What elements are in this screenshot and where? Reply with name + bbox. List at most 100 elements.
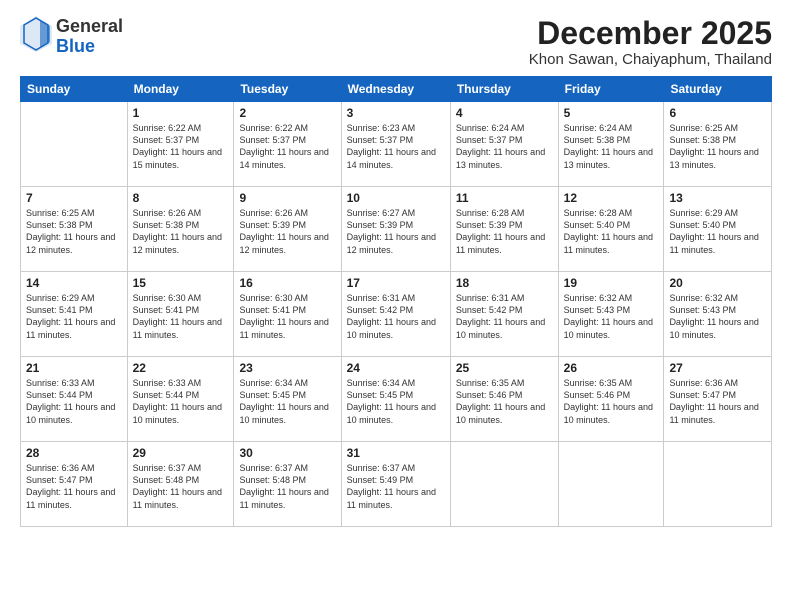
calendar-day-cell: 29 Sunrise: 6:37 AM Sunset: 5:48 PM Dayli…: [127, 442, 234, 527]
day-info: Sunrise: 6:34 AM Sunset: 5:45 PM Dayligh…: [347, 377, 445, 426]
day-info: Sunrise: 6:37 AM Sunset: 5:48 PM Dayligh…: [133, 462, 229, 511]
day-number: 22: [133, 361, 229, 375]
day-number: 28: [26, 446, 122, 460]
calendar-day-cell: 19 Sunrise: 6:32 AM Sunset: 5:43 PM Dayli…: [558, 272, 664, 357]
weekday-header: Sunday: [21, 77, 128, 102]
weekday-header: Thursday: [450, 77, 558, 102]
day-number: 11: [456, 191, 553, 205]
header-row: SundayMondayTuesdayWednesdayThursdayFrid…: [21, 77, 772, 102]
day-info: Sunrise: 6:28 AM Sunset: 5:40 PM Dayligh…: [564, 207, 659, 256]
location-title: Khon Sawan, Chaiyaphum, Thailand: [529, 51, 772, 68]
calendar-week-row: 7 Sunrise: 6:25 AM Sunset: 5:38 PM Daylig…: [21, 187, 772, 272]
calendar-day-cell: [450, 442, 558, 527]
day-info: Sunrise: 6:30 AM Sunset: 5:41 PM Dayligh…: [239, 292, 335, 341]
calendar-day-cell: 3Sunrise: 6:23 AM Sunset: 5:37 PM Daylig…: [341, 102, 450, 187]
day-number: 20: [669, 276, 766, 290]
day-info: Sunrise: 6:37 AM Sunset: 5:49 PM Dayligh…: [347, 462, 445, 511]
calendar-day-cell: 24Sunrise: 6:34 AM Sunset: 5:45 PM Dayli…: [341, 357, 450, 442]
calendar-day-cell: 15Sunrise: 6:30 AM Sunset: 5:41 PM Dayli…: [127, 272, 234, 357]
day-info: Sunrise: 6:35 AM Sunset: 5:46 PM Dayligh…: [456, 377, 553, 426]
day-number: 12: [564, 191, 659, 205]
day-number: 31: [347, 446, 445, 460]
day-info: Sunrise: 6:29 AM Sunset: 5:40 PM Dayligh…: [669, 207, 766, 256]
day-number: 17: [347, 276, 445, 290]
weekday-header: Wednesday: [341, 77, 450, 102]
calendar-day-cell: 17 Sunrise: 6:31 AM Sunset: 5:42 PM Dayli…: [341, 272, 450, 357]
calendar-day-cell: 18 Sunrise: 6:31 AM Sunset: 5:42 PM Dayli…: [450, 272, 558, 357]
day-number: 18: [456, 276, 553, 290]
day-number: 29: [133, 446, 229, 460]
calendar-day-cell: 7 Sunrise: 6:25 AM Sunset: 5:38 PM Daylig…: [21, 187, 128, 272]
month-title: December 2025: [529, 16, 772, 51]
calendar-day-cell: 20 Sunrise: 6:32 AM Sunset: 5:43 PM Dayli…: [664, 272, 772, 357]
day-info: Sunrise: 6:37 AM Sunset: 5:48 PM Dayligh…: [239, 462, 335, 511]
calendar-day-cell: 13 Sunrise: 6:29 AM Sunset: 5:40 PM Dayli…: [664, 187, 772, 272]
calendar-day-cell: [664, 442, 772, 527]
day-number: 10: [347, 191, 445, 205]
day-info: Sunrise: 6:25 AM Sunset: 5:38 PM Dayligh…: [26, 207, 122, 256]
calendar-header: SundayMondayTuesdayWednesdayThursdayFrid…: [21, 77, 772, 102]
day-number: 13: [669, 191, 766, 205]
day-number: 7: [26, 191, 122, 205]
calendar-day-cell: 11Sunrise: 6:28 AM Sunset: 5:39 PM Dayli…: [450, 187, 558, 272]
day-info: Sunrise: 6:34 AM Sunset: 5:45 PM Dayligh…: [239, 377, 335, 426]
day-info: Sunrise: 6:26 AM Sunset: 5:38 PM Dayligh…: [133, 207, 229, 256]
calendar-day-cell: 4Sunrise: 6:24 AM Sunset: 5:37 PM Daylig…: [450, 102, 558, 187]
calendar-day-cell: 21Sunrise: 6:33 AM Sunset: 5:44 PM Dayli…: [21, 357, 128, 442]
calendar-day-cell: 22 Sunrise: 6:33 AM Sunset: 5:44 PM Dayli…: [127, 357, 234, 442]
calendar-week-row: 14Sunrise: 6:29 AM Sunset: 5:41 PM Dayli…: [21, 272, 772, 357]
calendar-day-cell: 30 Sunrise: 6:37 AM Sunset: 5:48 PM Dayli…: [234, 442, 341, 527]
day-number: 5: [564, 106, 659, 120]
day-number: 21: [26, 361, 122, 375]
weekday-header: Friday: [558, 77, 664, 102]
day-info: Sunrise: 6:31 AM Sunset: 5:42 PM Dayligh…: [347, 292, 445, 341]
day-info: Sunrise: 6:36 AM Sunset: 5:47 PM Dayligh…: [26, 462, 122, 511]
calendar-day-cell: 26Sunrise: 6:35 AM Sunset: 5:46 PM Dayli…: [558, 357, 664, 442]
calendar-day-cell: 5 Sunrise: 6:24 AM Sunset: 5:38 PM Daylig…: [558, 102, 664, 187]
day-number: 26: [564, 361, 659, 375]
day-number: 9: [239, 191, 335, 205]
day-info: Sunrise: 6:24 AM Sunset: 5:38 PM Dayligh…: [564, 122, 659, 171]
day-number: 3: [347, 106, 445, 120]
weekday-header: Tuesday: [234, 77, 341, 102]
logo-text: General Blue: [56, 17, 123, 57]
day-info: Sunrise: 6:22 AM Sunset: 5:37 PM Dayligh…: [239, 122, 335, 171]
calendar-day-cell: 25Sunrise: 6:35 AM Sunset: 5:46 PM Dayli…: [450, 357, 558, 442]
day-number: 15: [133, 276, 229, 290]
calendar-day-cell: [21, 102, 128, 187]
day-info: Sunrise: 6:32 AM Sunset: 5:43 PM Dayligh…: [669, 292, 766, 341]
calendar-day-cell: 16 Sunrise: 6:30 AM Sunset: 5:41 PM Dayli…: [234, 272, 341, 357]
day-number: 6: [669, 106, 766, 120]
calendar-table: SundayMondayTuesdayWednesdayThursdayFrid…: [20, 76, 772, 527]
day-number: 4: [456, 106, 553, 120]
day-number: 27: [669, 361, 766, 375]
calendar-day-cell: 9Sunrise: 6:26 AM Sunset: 5:39 PM Daylig…: [234, 187, 341, 272]
logo-blue: Blue: [56, 36, 95, 56]
day-number: 8: [133, 191, 229, 205]
logo-general: General: [56, 16, 123, 36]
day-info: Sunrise: 6:33 AM Sunset: 5:44 PM Dayligh…: [133, 377, 229, 426]
day-number: 2: [239, 106, 335, 120]
day-number: 19: [564, 276, 659, 290]
logo-icon: [20, 16, 52, 57]
day-number: 16: [239, 276, 335, 290]
page: General Blue December 2025 Khon Sawan, C…: [0, 0, 792, 612]
calendar-day-cell: 14Sunrise: 6:29 AM Sunset: 5:41 PM Dayli…: [21, 272, 128, 357]
calendar-day-cell: 27 Sunrise: 6:36 AM Sunset: 5:47 PM Dayli…: [664, 357, 772, 442]
day-info: Sunrise: 6:22 AM Sunset: 5:37 PM Dayligh…: [133, 122, 229, 171]
calendar-week-row: 28 Sunrise: 6:36 AM Sunset: 5:47 PM Dayli…: [21, 442, 772, 527]
day-info: Sunrise: 6:25 AM Sunset: 5:38 PM Dayligh…: [669, 122, 766, 171]
day-info: Sunrise: 6:36 AM Sunset: 5:47 PM Dayligh…: [669, 377, 766, 426]
day-info: Sunrise: 6:27 AM Sunset: 5:39 PM Dayligh…: [347, 207, 445, 256]
calendar-day-cell: 8 Sunrise: 6:26 AM Sunset: 5:38 PM Daylig…: [127, 187, 234, 272]
calendar-day-cell: 10 Sunrise: 6:27 AM Sunset: 5:39 PM Dayli…: [341, 187, 450, 272]
day-number: 30: [239, 446, 335, 460]
day-info: Sunrise: 6:31 AM Sunset: 5:42 PM Dayligh…: [456, 292, 553, 341]
day-info: Sunrise: 6:29 AM Sunset: 5:41 PM Dayligh…: [26, 292, 122, 341]
calendar-week-row: 1Sunrise: 6:22 AM Sunset: 5:37 PM Daylig…: [21, 102, 772, 187]
calendar-day-cell: 12 Sunrise: 6:28 AM Sunset: 5:40 PM Dayli…: [558, 187, 664, 272]
calendar-day-cell: 1Sunrise: 6:22 AM Sunset: 5:37 PM Daylig…: [127, 102, 234, 187]
calendar-day-cell: 28 Sunrise: 6:36 AM Sunset: 5:47 PM Dayli…: [21, 442, 128, 527]
day-info: Sunrise: 6:32 AM Sunset: 5:43 PM Dayligh…: [564, 292, 659, 341]
header: General Blue December 2025 Khon Sawan, C…: [20, 16, 772, 68]
